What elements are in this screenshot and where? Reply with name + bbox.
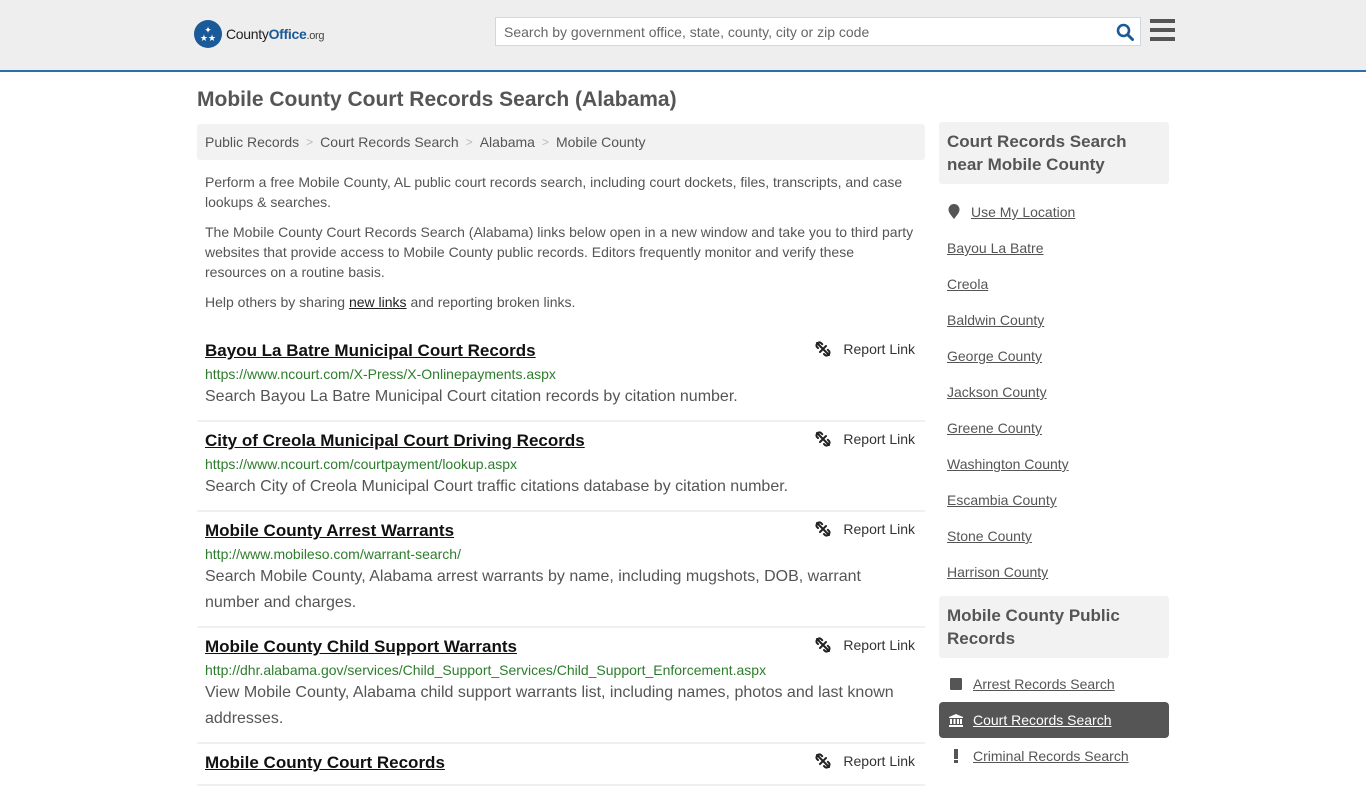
result-title-link[interactable]: Mobile County Child Support Warrants <box>205 636 517 658</box>
result-title-link[interactable]: Bayou La Batre Municipal Court Records <box>205 340 536 362</box>
square-icon <box>949 678 963 690</box>
sidebar-item-arrest-records[interactable]: Arrest Records Search <box>939 666 1169 702</box>
breadcrumb-public-records[interactable]: Public Records <box>205 134 299 150</box>
sidebar-item-criminal-records[interactable]: Criminal Records Search <box>939 738 1169 774</box>
main-content: Public Records > Court Records Search > … <box>197 124 925 786</box>
nearby-link[interactable]: Creola <box>947 266 1161 302</box>
result-item: Mobile County Child Support Warrants Rep… <box>197 628 925 744</box>
courthouse-icon <box>949 713 963 727</box>
new-links-link[interactable]: new links <box>349 294 407 310</box>
breadcrumb: Public Records > Court Records Search > … <box>197 124 925 160</box>
sidebar: Court Records Search near Mobile County … <box>939 122 1169 774</box>
hamburger-menu-icon[interactable] <box>1150 19 1175 41</box>
result-description: Search Bayou La Batre Municipal Court ci… <box>205 388 738 405</box>
report-link-button[interactable]: Report Link <box>815 521 915 537</box>
logo-text: CountyOffice.org <box>226 26 325 42</box>
intro-paragraph: Perform a free Mobile County, AL public … <box>205 174 903 210</box>
intro-paragraph: The Mobile County Court Records Search (… <box>205 224 914 280</box>
breadcrumb-court-records-search[interactable]: Court Records Search <box>320 134 459 150</box>
search-icon <box>1116 23 1134 41</box>
result-title-link[interactable]: Mobile County Court Records <box>205 752 445 774</box>
result-item: Bayou La Batre Municipal Court Records R… <box>197 332 925 422</box>
nearby-heading: Court Records Search near Mobile County <box>939 122 1169 184</box>
public-records-heading: Mobile County Public Records <box>939 596 1169 658</box>
share-paragraph: Help others by sharing new links and rep… <box>205 294 576 310</box>
report-link-button[interactable]: Report Link <box>815 431 915 447</box>
broken-link-icon <box>815 341 831 357</box>
nearby-link[interactable]: Stone County <box>947 518 1161 554</box>
nearby-link[interactable]: Washington County <box>947 446 1161 482</box>
breadcrumb-separator: > <box>306 135 314 149</box>
result-url: http://www.mobileso.com/warrant-search/ <box>205 546 461 562</box>
result-url: https://www.ncourt.com/X-Press/X-Onlinep… <box>205 366 556 382</box>
breadcrumb-separator: > <box>465 135 473 149</box>
nearby-link[interactable]: Baldwin County <box>947 302 1161 338</box>
result-item: City of Creola Municipal Court Driving R… <box>197 422 925 512</box>
public-records-list: Arrest Records Search Court Records Sear… <box>939 658 1169 774</box>
breadcrumb-mobile-county: Mobile County <box>555 134 646 150</box>
page-title: Mobile County Court Records Search (Alab… <box>197 88 677 111</box>
result-title-link[interactable]: City of Creola Municipal Court Driving R… <box>205 430 585 452</box>
broken-link-icon <box>815 521 831 537</box>
broken-link-icon <box>815 637 831 653</box>
map-pin-icon <box>948 204 960 219</box>
result-url: https://www.ncourt.com/courtpayment/look… <box>205 456 518 472</box>
breadcrumb-alabama[interactable]: Alabama <box>480 134 535 150</box>
search-input[interactable] <box>496 18 1110 45</box>
result-url: http://dhr.alabama.gov/services/Child_Su… <box>205 662 767 678</box>
broken-link-icon <box>815 431 831 447</box>
nearby-link[interactable]: Greene County <box>947 410 1161 446</box>
report-link-button[interactable]: Report Link <box>815 753 915 769</box>
result-item: Mobile County Arrest Warrants Report Lin… <box>197 512 925 628</box>
result-item: Mobile County Court Records Report Link <box>197 744 925 786</box>
nearby-link[interactable]: Escambia County <box>947 482 1161 518</box>
site-header: ✦ ★★ CountyOffice.org <box>0 0 1366 72</box>
broken-link-icon <box>815 753 831 769</box>
eagle-logo-icon: ✦ ★★ <box>194 20 222 48</box>
search-bar <box>495 17 1141 46</box>
nearby-link[interactable]: Bayou La Batre <box>947 230 1161 266</box>
sidebar-item-court-records[interactable]: Court Records Search <box>939 702 1169 738</box>
nearby-link[interactable]: Jackson County <box>947 374 1161 410</box>
use-my-location[interactable]: Use My Location <box>947 194 1161 230</box>
intro-text: Perform a free Mobile County, AL public … <box>197 172 925 312</box>
exclamation-icon <box>949 749 963 763</box>
result-title-link[interactable]: Mobile County Arrest Warrants <box>205 520 454 542</box>
report-link-button[interactable]: Report Link <box>815 637 915 653</box>
breadcrumb-separator: > <box>541 135 549 149</box>
nearby-link[interactable]: George County <box>947 338 1161 374</box>
result-description: Search Mobile County, Alabama arrest war… <box>205 568 861 611</box>
nearby-link[interactable]: Harrison County <box>947 554 1161 590</box>
results-list: Bayou La Batre Municipal Court Records R… <box>197 332 925 786</box>
report-link-button[interactable]: Report Link <box>815 341 915 357</box>
result-description: Search City of Creola Municipal Court tr… <box>205 478 789 495</box>
nearby-list: Use My Location Bayou La Batre Creola Ba… <box>939 184 1169 590</box>
site-logo[interactable]: ✦ ★★ CountyOffice.org <box>194 20 325 48</box>
search-button[interactable] <box>1110 18 1140 45</box>
result-description: View Mobile County, Alabama child suppor… <box>205 684 894 727</box>
